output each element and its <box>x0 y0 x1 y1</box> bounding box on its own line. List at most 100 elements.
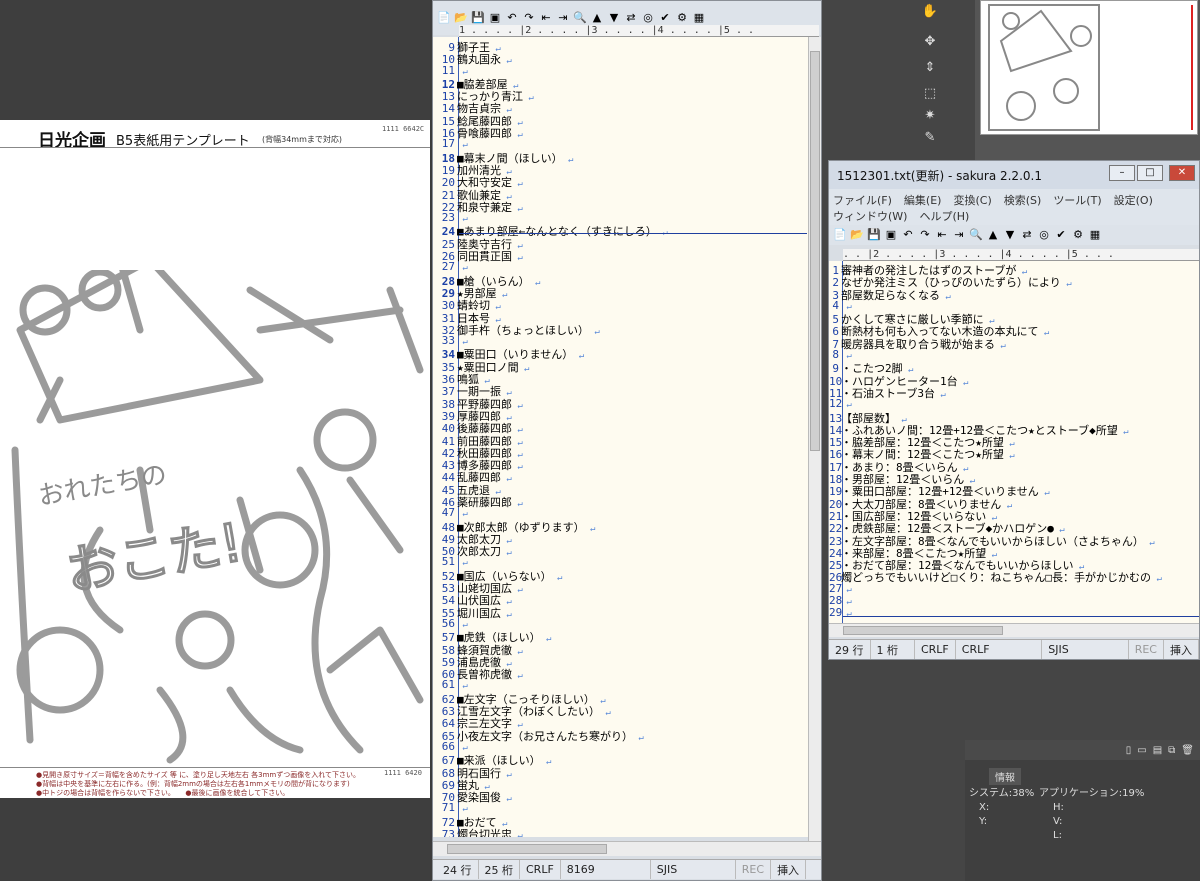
text-line[interactable]: 41 前田藤四郎 ↵ <box>433 433 808 448</box>
text-line[interactable]: 15・脇差部屋：12畳＜こたつ★所望 ↵ <box>829 434 1199 449</box>
text-line[interactable]: 10 鶴丸国永 ↵ <box>433 51 808 66</box>
grep-icon[interactable]: ◎ <box>641 11 655 25</box>
text-line[interactable]: 14 物吉貞宗 ↵ <box>433 100 808 115</box>
text-line[interactable]: 48 ■次郎太郎（ゆずります） ↵ <box>433 519 808 534</box>
editor-window-main[interactable]: 📄 📂 💾 ▣ ↶ ↷ ⇤ ⇥ 🔍 ▲ ▼ ⇄ ◎ ✔ ⚙ ▦ 1 . . . … <box>432 0 822 881</box>
maximize-button[interactable]: □ <box>1137 165 1163 181</box>
move-tool-icon[interactable]: ⇕ <box>915 56 945 78</box>
text-line[interactable]: 61 ↵ <box>433 678 808 691</box>
text-line[interactable]: 25・おだて部屋：12畳＜なんでもいいからほしい ↵ <box>829 557 1199 572</box>
text-line[interactable]: 42 秋田藤四郎 ↵ <box>433 445 808 460</box>
text-line[interactable]: 59 浦島虎徹 ↵ <box>433 654 808 669</box>
text-line[interactable]: 55 堀川国広 ↵ <box>433 605 808 620</box>
text-line[interactable]: 9 ・こたつ2脚 ↵ <box>829 360 1199 375</box>
text-line[interactable]: 13 にっかり青江 ↵ <box>433 88 808 103</box>
text-line[interactable]: 56 ↵ <box>433 617 808 630</box>
text-line[interactable]: 31 日本号 ↵ <box>433 310 808 325</box>
text-line[interactable]: 9 獅子王 ↵ <box>433 39 808 54</box>
menu-convert[interactable]: 変換(C) <box>953 192 991 208</box>
text-line[interactable]: 21 歌仙兼定 ↵ <box>433 187 808 202</box>
find-up-icon[interactable]: ▲ <box>986 228 1000 242</box>
text-line[interactable]: 17 ↵ <box>433 137 808 150</box>
horizontal-scrollbar[interactable] <box>433 841 821 856</box>
text-line[interactable]: 57 ■虎鉄（ほしい） ↵ <box>433 629 808 644</box>
menu-tools[interactable]: ツール(T) <box>1053 192 1101 208</box>
redo-icon[interactable]: ↷ <box>918 228 932 242</box>
text-line[interactable]: 16 骨喰藤四郎 ↵ <box>433 125 808 140</box>
text-line[interactable]: 72 ■おだて ↵ <box>433 814 808 829</box>
text-line[interactable]: 43 博多藤四郎 ↵ <box>433 457 808 472</box>
search-icon[interactable]: 🔍 <box>573 11 587 25</box>
text-line[interactable]: 33 ↵ <box>433 334 808 347</box>
text-line[interactable]: 1 審神者の発注したはずのストーブが ↵ <box>829 262 1199 277</box>
navigator-thumbnail[interactable] <box>980 0 1198 135</box>
new-file-icon[interactable]: 📄 <box>833 228 847 242</box>
text-line[interactable]: 2 なぜか発注ミス（ひっぴのいたずら）により ↵ <box>829 274 1199 289</box>
magic-wand-icon[interactable]: ✷ <box>915 104 945 126</box>
new-folder-icon[interactable]: ▤ <box>1153 745 1162 756</box>
transform-tool-icon[interactable]: ✥ <box>915 30 945 52</box>
text-line[interactable]: 30 蜻蛉切 ↵ <box>433 297 808 312</box>
text-line[interactable]: 12 ↵ <box>829 397 1199 410</box>
text-line[interactable]: 37 一期一振 ↵ <box>433 383 808 398</box>
new-vector-layer-icon[interactable]: ▭ <box>1137 745 1146 756</box>
text-line[interactable]: 58 蜂須賀虎徹 ↵ <box>433 642 808 657</box>
jump-forward-icon[interactable]: ⇥ <box>556 11 570 25</box>
text-line[interactable]: 24・来部屋：8畳＜こたつ★所望 ↵ <box>829 545 1199 560</box>
text-line[interactable]: 46 薬研藤四郎 ↵ <box>433 494 808 509</box>
text-line[interactable]: 18 ■幕末ノ間（ほしい） ↵ <box>433 150 808 165</box>
text-line[interactable]: 12 ■脇差部屋 ↵ <box>433 76 808 91</box>
text-line[interactable]: 66 ↵ <box>433 740 808 753</box>
text-line[interactable]: 39 厚藤四郎 ↵ <box>433 408 808 423</box>
text-line[interactable]: 50 次郎太刀 ↵ <box>433 543 808 558</box>
text-line[interactable]: 67 ■来派（ほしい） ↵ <box>433 752 808 767</box>
jump-back-icon[interactable]: ⇤ <box>539 11 553 25</box>
text-line[interactable]: 28 ■槍（いらん） ↵ <box>433 273 808 288</box>
find-down-icon[interactable]: ▼ <box>607 11 621 25</box>
pen-tool-icon[interactable]: ✎ <box>915 126 945 148</box>
find-down-icon[interactable]: ▼ <box>1003 228 1017 242</box>
delete-layer-icon[interactable]: 🗑 <box>1181 745 1194 756</box>
text-line[interactable]: 45 五虎退 ↵ <box>433 482 808 497</box>
text-line[interactable]: 49 太郎太刀 ↵ <box>433 531 808 546</box>
font-icon[interactable]: ▦ <box>692 11 706 25</box>
hscroll-thumb[interactable] <box>843 626 1003 635</box>
redo-icon[interactable]: ↷ <box>522 11 536 25</box>
menu-search[interactable]: 検索(S) <box>1004 192 1042 208</box>
open-folder-icon[interactable]: 📂 <box>454 11 468 25</box>
jump-forward-icon[interactable]: ⇥ <box>952 228 966 242</box>
open-folder-icon[interactable]: 📂 <box>850 228 864 242</box>
mark-icon[interactable]: ✔ <box>1054 228 1068 242</box>
jump-back-icon[interactable]: ⇤ <box>935 228 949 242</box>
tab-info[interactable]: 情報 <box>989 768 1021 785</box>
text-line[interactable]: 5 かくして寒さに厳しい季節に ↵ <box>829 311 1199 326</box>
text-line[interactable]: 11 ↵ <box>433 64 808 77</box>
text-line[interactable]: 26燭どっちでもいいけど□くり：ねこちゃん□長：手がかじかむの ↵ <box>829 569 1199 584</box>
text-line[interactable]: 68 明石国行 ↵ <box>433 765 808 780</box>
text-line[interactable]: 40 後藤藤四郎 ↵ <box>433 420 808 435</box>
text-line[interactable]: 23・左文字部屋：8畳＜なんでもいいからほしい（さよちゃん） ↵ <box>829 533 1199 548</box>
text-line[interactable]: 60 長曽祢虎徹 ↵ <box>433 666 808 681</box>
text-line[interactable]: 8 ↵ <box>829 348 1199 361</box>
text-line[interactable]: 11・石油ストーブ3台 ↵ <box>829 385 1199 400</box>
selection-tool-icon[interactable]: ⬚ <box>915 82 945 104</box>
undo-icon[interactable]: ↶ <box>901 228 915 242</box>
text-line[interactable]: 65 小夜左文字（お兄さんたち寒がり） ↵ <box>433 728 808 743</box>
menu-edit[interactable]: 編集(E) <box>904 192 942 208</box>
text-line[interactable]: 6 断熱材も何も入ってない木造の本丸にて ↵ <box>829 323 1199 338</box>
text-line[interactable]: 54 山伏国広 ↵ <box>433 592 808 607</box>
text-line[interactable]: 27 ↵ <box>829 582 1199 595</box>
text-line[interactable]: 62 ■左文字（こっそりほしい） ↵ <box>433 691 808 706</box>
text-line[interactable]: 14・ふれあいノ間：12畳+12畳＜こたつ★とストーブ◆所望 ↵ <box>829 422 1199 437</box>
window-titlebar[interactable]: 1512301.txt(更新) - sakura 2.2.0.1 – □ ✕ <box>829 161 1199 189</box>
text-line[interactable]: 22・虎鉄部屋：12畳＜ストーブ◆かハロゲン● ↵ <box>829 520 1199 535</box>
text-line[interactable]: 25 陸奥守吉行 ↵ <box>433 236 808 251</box>
settings-icon[interactable]: ⚙ <box>1071 228 1085 242</box>
text-line[interactable]: 20 大和守安定 ↵ <box>433 174 808 189</box>
replace-icon[interactable]: ⇄ <box>624 11 638 25</box>
copy-layer-icon[interactable]: ⧉ <box>1168 745 1175 756</box>
font-icon[interactable]: ▦ <box>1088 228 1102 242</box>
undo-icon[interactable]: ↶ <box>505 11 519 25</box>
text-line[interactable]: 20・大太刀部屋：8畳＜いりません ↵ <box>829 496 1199 511</box>
text-line[interactable]: 53 山姥切国広 ↵ <box>433 580 808 595</box>
